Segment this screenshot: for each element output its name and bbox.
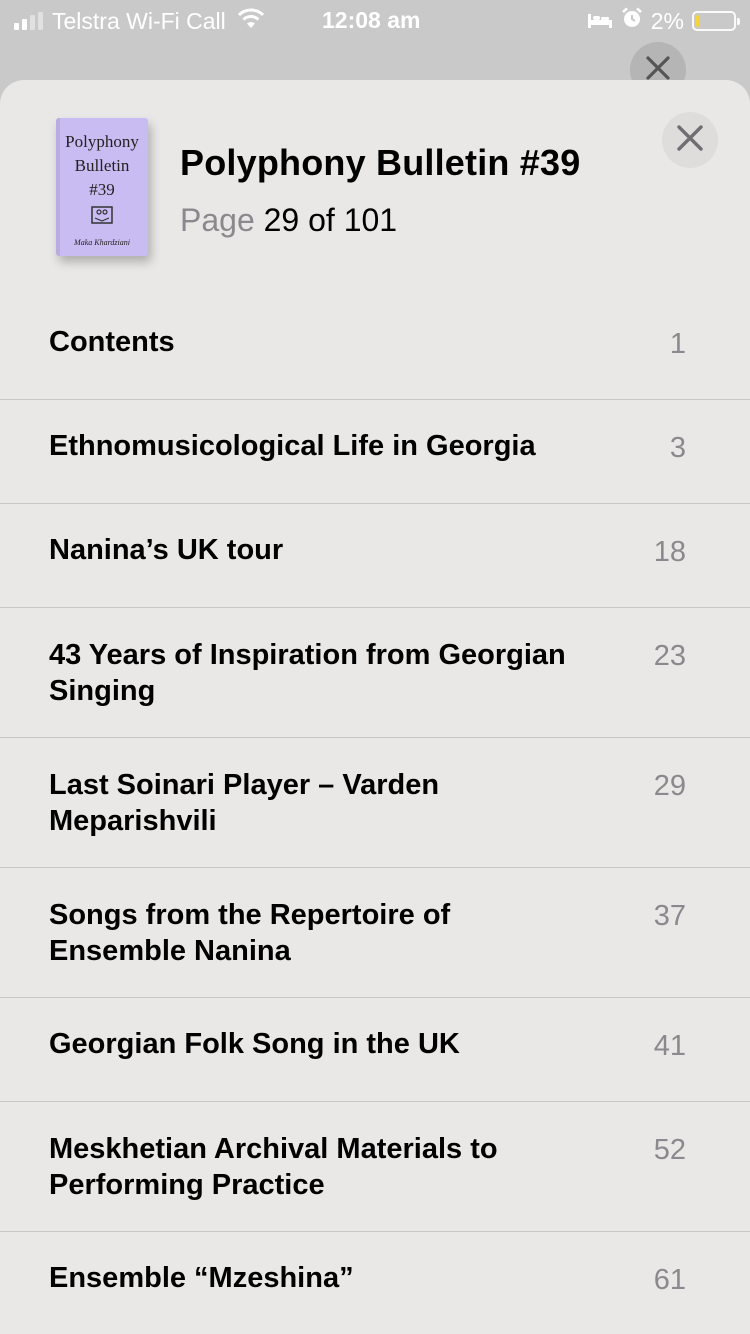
toc-title: Ethnomusicological Life in Georgia <box>49 430 536 462</box>
toc-row[interactable]: Last Soinari Player – Varden Meparishvil… <box>0 738 750 868</box>
toc-row[interactable]: Songs from the Repertoire of Ensemble Na… <box>0 868 750 998</box>
table-of-contents-sheet: Polyphony Bulletin #39 Maka Khardziani P… <box>0 80 750 1334</box>
book-cover: Polyphony Bulletin #39 Maka Khardziani <box>56 118 148 256</box>
toc-row[interactable]: Contents 1 <box>0 290 750 400</box>
toc-page: 52 <box>653 1134 686 1166</box>
battery-percent: 2% <box>650 7 684 34</box>
toc-page: 3 <box>669 432 686 464</box>
page-value: 29 of 101 <box>263 202 398 238</box>
book-title: Polyphony Bulletin #39 <box>180 142 581 183</box>
toc-page: 1 <box>669 328 686 360</box>
toc-row[interactable]: Ethnomusicological Life in Georgia 3 <box>0 400 750 504</box>
toc-title: Ensemble “Mzeshina” <box>49 1262 354 1294</box>
toc-title: Meskhetian Archival Materials to Perform… <box>49 1133 498 1201</box>
toc-title: Contents <box>49 326 175 358</box>
toc-title: Songs from the Repertoire of Ensemble Na… <box>49 899 451 967</box>
status-right: 2% <box>587 7 740 35</box>
status-time: 12:08 am <box>322 7 421 33</box>
toc-title: Nanina’s UK tour <box>49 534 284 566</box>
battery-icon <box>692 11 740 31</box>
cover-title-line1: Polyphony <box>65 132 139 151</box>
alarm-icon <box>621 7 643 35</box>
signal-icon <box>14 12 43 30</box>
toc-row[interactable]: Georgian Folk Song in the UK 41 <box>0 998 750 1102</box>
toc-page: 18 <box>653 536 686 568</box>
radio-icon <box>91 206 113 224</box>
page-label: Page <box>180 202 255 238</box>
cover-title-line2: Bulletin <box>74 156 130 175</box>
close-icon <box>677 124 703 156</box>
toc-row[interactable]: 43 Years of Inspiration from Georgian Si… <box>0 608 750 738</box>
close-button[interactable] <box>662 112 718 168</box>
toc-page: 37 <box>653 900 686 932</box>
toc-page: 23 <box>653 640 686 672</box>
page-indicator: Page 29 of 101 <box>180 202 397 239</box>
status-bar: Telstra Wi-Fi Call 12:08 am 2% <box>0 0 750 40</box>
sleep-icon <box>587 8 613 35</box>
toc-row[interactable]: Meskhetian Archival Materials to Perform… <box>0 1102 750 1232</box>
toc-row[interactable]: Nanina’s UK tour 18 <box>0 504 750 608</box>
cover-author: Maka Khardziani <box>74 238 130 247</box>
toc-list: Contents 1 Ethnomusicological Life in Ge… <box>0 290 750 1334</box>
sheet-header: Polyphony Bulletin #39 Maka Khardziani P… <box>0 80 750 290</box>
toc-page: 41 <box>653 1030 686 1062</box>
toc-page: 29 <box>653 770 686 802</box>
cover-number: #39 <box>89 180 115 199</box>
toc-title: 43 Years of Inspiration from Georgian Si… <box>49 639 566 707</box>
toc-title: Georgian Folk Song in the UK <box>49 1028 460 1060</box>
wifi-icon <box>236 7 266 35</box>
toc-row[interactable]: Ensemble “Mzeshina” 61 <box>0 1232 750 1334</box>
toc-title: Last Soinari Player – Varden Meparishvil… <box>49 769 440 837</box>
status-left: Telstra Wi-Fi Call <box>14 7 266 35</box>
carrier-label: Telstra Wi-Fi Call <box>52 7 226 34</box>
toc-page: 61 <box>653 1264 686 1296</box>
